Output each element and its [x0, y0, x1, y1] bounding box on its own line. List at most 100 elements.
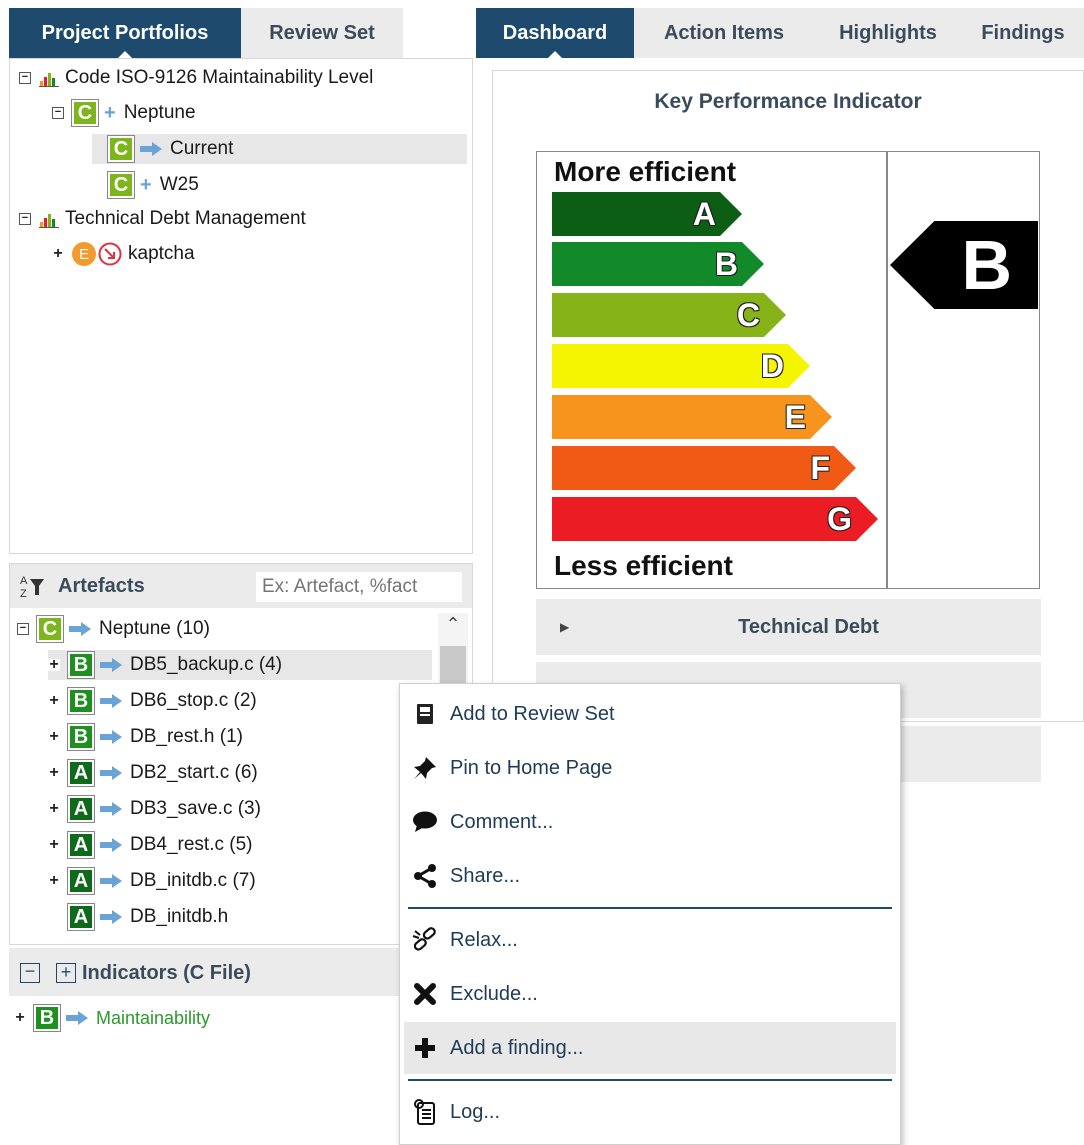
- tree-row-w25[interactable]: C + W25: [107, 170, 199, 200]
- artefact-row[interactable]: + B DB6_stop.c (2): [48, 686, 257, 716]
- artefact-label: DB5_backup.c (4): [130, 654, 283, 675]
- grade-badge: B: [33, 1004, 61, 1032]
- expand-icon[interactable]: +: [48, 837, 60, 853]
- kpi-level-c: C: [552, 293, 786, 337]
- expand-all-icon[interactable]: +: [56, 963, 76, 983]
- plus-trend-icon: +: [104, 101, 116, 124]
- scrollbar-thumb[interactable]: [440, 646, 466, 686]
- collapse-icon[interactable]: −: [52, 107, 64, 119]
- accordion-technical-debt[interactable]: ▶ Technical Debt: [536, 599, 1041, 655]
- expand-icon[interactable]: +: [52, 246, 64, 262]
- menu-item-add-to-review-set[interactable]: Add to Review Set: [404, 688, 896, 740]
- sort-filter-icon[interactable]: A Z: [20, 573, 52, 599]
- tree-row-neptune[interactable]: − C + Neptune: [52, 98, 196, 128]
- review-set-icon: [410, 699, 440, 729]
- arrow-right-icon: [100, 694, 122, 708]
- artefact-row[interactable]: A DB_initdb.h: [67, 902, 228, 932]
- svg-text:A: A: [20, 575, 28, 587]
- tree-label: W25: [159, 174, 199, 195]
- grade-badge: C: [107, 171, 135, 199]
- arrow-right-icon: [140, 142, 162, 156]
- menu-separator: [408, 1079, 892, 1081]
- tree-label: kaptcha: [128, 243, 195, 264]
- tree-row-current[interactable]: C Current: [92, 134, 467, 164]
- menu-item-label: Share...: [450, 864, 521, 887]
- kpi-title: Key Performance Indicator: [654, 90, 922, 113]
- grade-badge: A: [67, 831, 95, 859]
- collapse-all-icon[interactable]: −: [20, 962, 40, 983]
- arrow-right-icon: [100, 658, 122, 672]
- artefact-row[interactable]: + A DB4_rest.c (5): [48, 830, 252, 860]
- menu-item-label: Add to Review Set: [450, 702, 615, 725]
- tree-label: Neptune (10): [99, 618, 210, 639]
- collapse-icon[interactable]: −: [19, 213, 31, 225]
- expand-icon[interactable]: +: [48, 657, 60, 673]
- expand-icon[interactable]: +: [48, 765, 60, 781]
- scroll-up-icon[interactable]: ⌃: [440, 614, 466, 644]
- kpi-level-b: B: [552, 242, 764, 286]
- menu-item-exclude[interactable]: Exclude...: [404, 968, 896, 1020]
- kpi-level-f: F: [552, 446, 856, 490]
- tab-review-set[interactable]: Review Set: [241, 8, 403, 58]
- pin-icon: [410, 753, 440, 783]
- arrow-right-icon: [100, 874, 122, 888]
- grade-badge: A: [67, 867, 95, 895]
- artefact-search-input[interactable]: [256, 572, 462, 602]
- tree-row-technical-debt[interactable]: − Technical Debt Management: [19, 204, 306, 234]
- relax-icon: [410, 925, 440, 955]
- tab-dashboard[interactable]: Dashboard: [476, 8, 634, 58]
- tab-findings[interactable]: Findings: [962, 8, 1084, 58]
- artefact-row[interactable]: + B DB5_backup.c (4): [48, 650, 432, 680]
- tree-label: Current: [170, 138, 234, 159]
- expand-icon[interactable]: +: [14, 1010, 26, 1026]
- share-icon: [410, 861, 440, 891]
- artefact-row[interactable]: + A DB2_start.c (6): [48, 758, 258, 788]
- accordion-label: Technical Debt: [738, 615, 879, 638]
- log-icon: [410, 1097, 440, 1127]
- expand-icon[interactable]: +: [48, 693, 60, 709]
- expand-icon[interactable]: +: [48, 801, 60, 817]
- artefact-label: DB_initdb.c (7): [130, 870, 256, 891]
- kpi-divider: [886, 151, 888, 589]
- arrow-right-icon: [100, 910, 122, 924]
- plus-trend-icon: +: [140, 173, 152, 196]
- artefact-label: DB3_save.c (3): [130, 798, 261, 819]
- grade-circle-e: E: [72, 242, 96, 266]
- expand-icon[interactable]: +: [48, 729, 60, 745]
- menu-item-pin-to-home-page[interactable]: Pin to Home Page: [404, 742, 896, 794]
- menu-item-share[interactable]: Share...: [404, 850, 896, 902]
- menu-separator: [408, 907, 892, 909]
- kpi-top-label: More efficient: [554, 156, 737, 187]
- tab-highlights[interactable]: Highlights: [814, 8, 962, 58]
- artefact-label: DB_rest.h (1): [130, 726, 243, 747]
- menu-item-comment[interactable]: Comment...: [404, 796, 896, 848]
- menu-item-label: Log...: [450, 1100, 501, 1123]
- kpi-level-a: A: [552, 192, 742, 236]
- arrow-right-icon: [66, 1011, 88, 1025]
- tab-project-portfolios[interactable]: Project Portfolios: [9, 8, 241, 58]
- menu-item-label: Add a finding...: [450, 1036, 584, 1059]
- collapse-icon[interactable]: −: [17, 623, 29, 635]
- artefact-row[interactable]: + A DB_initdb.c (7): [48, 866, 256, 896]
- artefact-row[interactable]: + A DB3_save.c (3): [48, 794, 261, 824]
- tree-label: Code ISO-9126 Maintainability Level: [65, 67, 374, 88]
- menu-item-relax[interactable]: Relax...: [404, 914, 896, 966]
- menu-item-add-a-finding[interactable]: Add a finding...: [404, 1022, 896, 1074]
- tab-action-items[interactable]: Action Items: [634, 8, 814, 58]
- grade-badge: C: [107, 135, 135, 163]
- artefact-row[interactable]: + B DB_rest.h (1): [48, 722, 243, 752]
- grade-badge: B: [67, 687, 95, 715]
- menu-item-label: Exclude...: [450, 982, 538, 1005]
- tree-row-kaptcha[interactable]: + E kaptcha: [52, 239, 195, 269]
- collapse-icon[interactable]: −: [19, 72, 31, 84]
- comment-icon: [410, 807, 440, 837]
- indicator-row[interactable]: + B Maintainability: [14, 1003, 210, 1033]
- expand-icon[interactable]: +: [48, 873, 60, 889]
- artefact-root[interactable]: − C Neptune (10): [17, 614, 210, 644]
- grade-badge: B: [67, 723, 95, 751]
- menu-item-log[interactable]: Log...: [404, 1086, 896, 1138]
- tree-row-iso9126[interactable]: − Code ISO-9126 Maintainability Level: [19, 63, 373, 93]
- arrow-right-icon: [100, 730, 122, 744]
- indicator-label: Maintainability: [96, 1007, 211, 1028]
- trend-down-icon: [98, 242, 122, 266]
